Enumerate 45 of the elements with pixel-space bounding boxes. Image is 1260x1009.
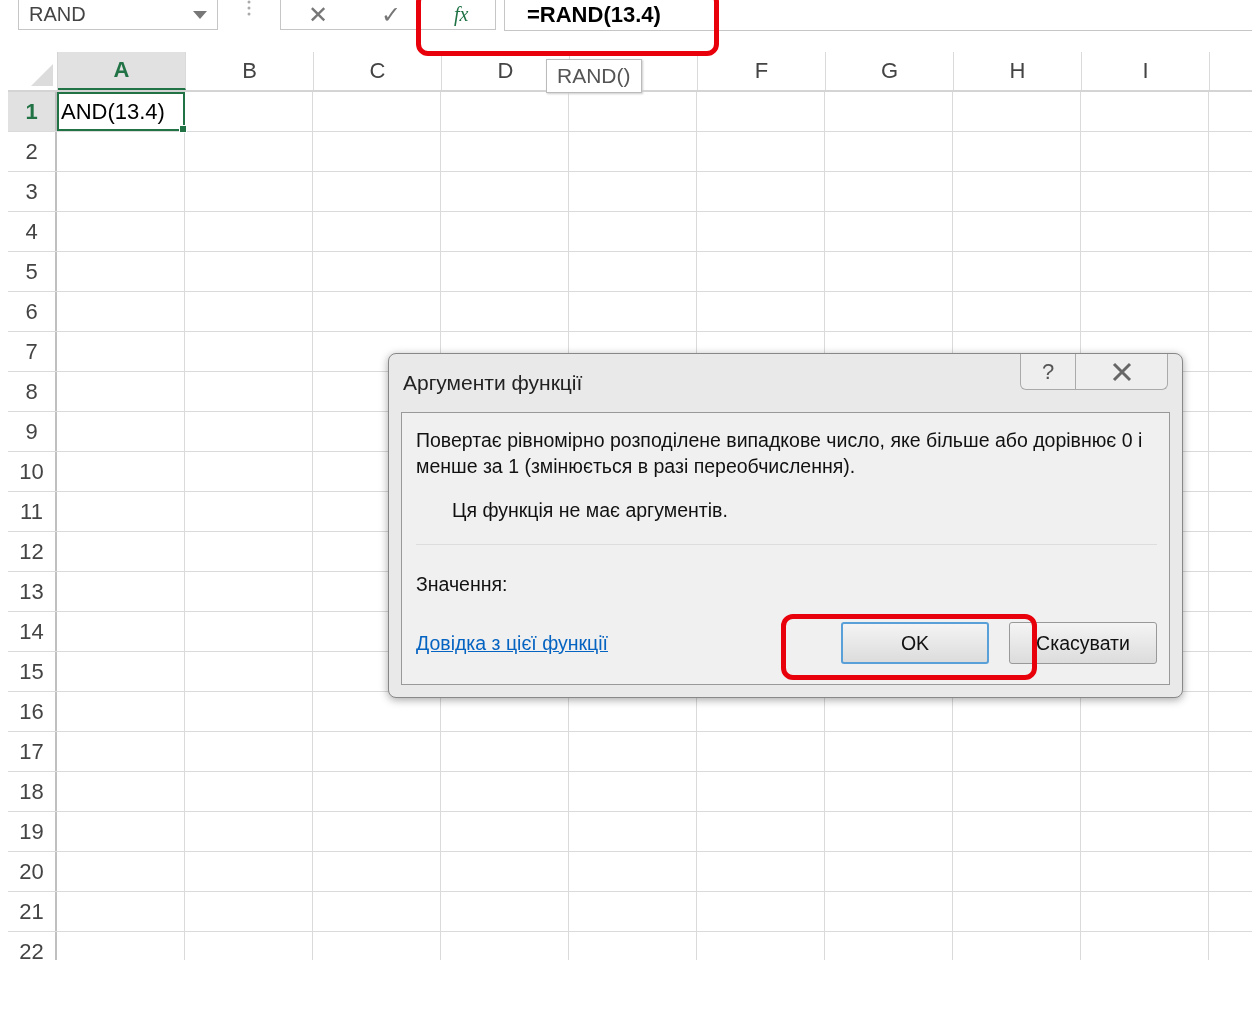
column-header[interactable]: G [826, 52, 954, 90]
row-header[interactable]: 1 [8, 92, 57, 131]
row-header[interactable]: 6 [8, 292, 57, 331]
column-header[interactable]: A [58, 52, 186, 90]
insert-function-button[interactable]: fx [453, 3, 469, 26]
active-cell[interactable]: AND(13.4) [57, 92, 185, 131]
formula-field[interactable]: =RAND(13.4) [504, 0, 1252, 31]
row-header[interactable]: 21 [8, 892, 57, 931]
help-button[interactable]: ? [1020, 354, 1076, 390]
column-header[interactable]: F [698, 52, 826, 90]
function-description: Повертає рівномірно розподілене випадкове число, яке більше або дорівнює 0 і менше за 1 (змінюється в разі переобчислення). [416, 428, 1144, 479]
function-tooltip: RAND() [546, 59, 642, 93]
dialog-title: Аргументи функції [403, 371, 583, 395]
row-header[interactable]: 9 [8, 412, 57, 451]
help-link[interactable]: Довідка з цієї функції [416, 631, 841, 655]
name-box-value: RAND [29, 3, 86, 26]
no-arguments-text: Ця функція не має аргументів. [452, 499, 729, 522]
row-header[interactable]: 5 [8, 252, 57, 291]
ok-button[interactable]: OK [841, 622, 989, 664]
cancel-button[interactable]: Скасувати [1009, 622, 1157, 664]
column-header[interactable]: B [186, 52, 314, 90]
column-header[interactable]: I [1082, 52, 1210, 90]
cancel-formula-button[interactable]: ✕ [307, 0, 328, 29]
row-header[interactable]: 4 [8, 212, 57, 251]
row-header[interactable]: 18 [8, 772, 57, 811]
row-header[interactable]: 10 [8, 452, 57, 491]
column-header[interactable]: H [954, 52, 1082, 90]
row-header[interactable]: 14 [8, 612, 57, 651]
row-header[interactable]: 19 [8, 812, 57, 851]
row-header[interactable]: 7 [8, 332, 57, 371]
name-box[interactable]: RAND [18, 0, 218, 30]
row-header[interactable]: 13 [8, 572, 57, 611]
result-label: Значення: [416, 573, 509, 596]
column-header[interactable]: C [314, 52, 442, 90]
row-header[interactable]: 17 [8, 732, 57, 771]
row-header[interactable]: 11 [8, 492, 57, 531]
enter-formula-button[interactable]: ✓ [380, 0, 401, 29]
row-header[interactable]: 12 [8, 532, 57, 571]
row-header[interactable]: 8 [8, 372, 57, 411]
row-header[interactable]: 2 [8, 132, 57, 171]
row-header[interactable]: 16 [8, 692, 57, 731]
row-header[interactable]: 15 [8, 652, 57, 691]
row-header[interactable]: 3 [8, 172, 57, 211]
row-header[interactable]: 20 [8, 852, 57, 891]
row-header[interactable]: 22 [8, 932, 57, 960]
